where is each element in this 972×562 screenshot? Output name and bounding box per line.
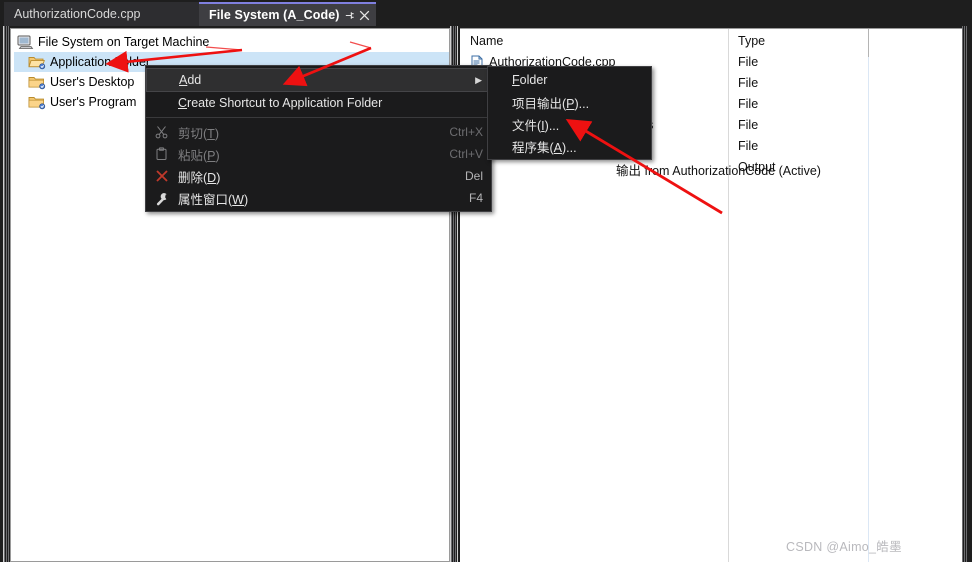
- menu-item-label: 程序集(A)...: [512, 140, 577, 155]
- folder-icon: [28, 74, 46, 90]
- tree-item-label: User's Program: [50, 95, 137, 109]
- menu-item-label: Create Shortcut to Application Folder: [178, 96, 383, 110]
- row-type-cell: File: [738, 55, 759, 69]
- menu-item-shortcut: Ctrl+X: [449, 125, 483, 139]
- column-header-type[interactable]: Type: [738, 34, 765, 48]
- watermark: CSDN @Aimo_皓墨: [786, 540, 902, 554]
- open-folder-icon: [28, 54, 46, 70]
- menu-item-label: Add: [179, 73, 202, 87]
- row-type-cell: File: [738, 97, 759, 111]
- tab-file-system[interactable]: File System (A_Code): [199, 2, 376, 26]
- menu-item-properties[interactable]: 属性窗口(W) F4: [146, 187, 491, 209]
- close-icon[interactable]: [359, 7, 370, 23]
- tree-root-label: File System on Target Machine: [38, 35, 210, 49]
- tree-item-label: User's Desktop: [50, 75, 135, 89]
- menu-item-paste[interactable]: 粘贴(P) Ctrl+V: [146, 143, 491, 165]
- menu-item-shortcut: F4: [468, 191, 483, 205]
- wrench-icon: [146, 191, 178, 206]
- row-type-cell: File: [738, 76, 759, 90]
- pin-icon[interactable]: [344, 7, 355, 23]
- tab-label: AuthorizationCode.cpp: [14, 7, 141, 21]
- column-header-name[interactable]: Name: [470, 34, 503, 48]
- submenu-item-folder[interactable]: Folder: [488, 69, 651, 91]
- tree-root-node[interactable]: File System on Target Machine: [14, 32, 449, 52]
- tree-item-label: Application Folder: [50, 55, 151, 69]
- menu-item-label: 粘贴(P): [178, 148, 220, 163]
- chevron-right-icon: ▶: [475, 74, 482, 85]
- menu-item-label: 删除(D): [178, 170, 221, 185]
- right-splitter[interactable]: [962, 26, 972, 562]
- tab-authorizationcode-cpp[interactable]: AuthorizationCode.cpp: [4, 2, 199, 26]
- submenu-item-project-output[interactable]: 项目输出(P)...: [488, 91, 651, 113]
- grid-header: Name Type: [460, 29, 962, 53]
- submenu-item-assembly[interactable]: 程序集(A)...: [488, 135, 651, 157]
- menu-item-delete[interactable]: 删除(D) Del: [146, 165, 491, 187]
- scissors-icon: [146, 125, 178, 139]
- menu-item-shortcut: Del: [464, 169, 483, 183]
- menu-item-label: 项目输出(P)...: [512, 96, 590, 111]
- folder-icon: [28, 94, 46, 110]
- menu-item-create-shortcut[interactable]: Create Shortcut to Application Folder: [146, 92, 491, 114]
- menu-item-label: 属性窗口(W): [178, 192, 249, 207]
- menu-item-cut[interactable]: 剪切(T) Ctrl+X: [146, 121, 491, 143]
- menu-item-shortcut: Ctrl+V: [449, 147, 483, 161]
- context-menu[interactable]: Add ▶ Create Shortcut to Application Fol…: [145, 65, 492, 212]
- table-row[interactable]: 输出 from AuthorizationCode (Active) Outpu…: [460, 158, 962, 179]
- row-type-cell: Output: [738, 160, 776, 174]
- row-type-cell: File: [738, 139, 759, 153]
- menu-item-add[interactable]: Add ▶: [146, 68, 491, 92]
- left-splitter[interactable]: [0, 26, 10, 562]
- visual-studio-file-system-editor: AuthorizationCode.cpp File System (A_Cod…: [0, 0, 972, 562]
- add-submenu[interactable]: Folder 项目输出(P)... 文件(I)... 程序集(A)...: [487, 66, 652, 160]
- row-type-cell: File: [738, 118, 759, 132]
- target-machine-icon: [16, 34, 34, 50]
- delete-x-icon: [146, 169, 178, 183]
- menu-item-label: 剪切(T): [178, 126, 219, 141]
- menu-separator: [146, 117, 491, 118]
- clipboard-icon: [146, 147, 178, 161]
- editor-tab-strip: AuthorizationCode.cpp File System (A_Cod…: [0, 0, 972, 26]
- menu-item-label: Folder: [512, 73, 548, 87]
- menu-item-label: 文件(I)...: [512, 118, 560, 133]
- tab-label: File System (A_Code): [209, 8, 340, 22]
- row-name-cell: 输出 from AuthorizationCode (Active): [616, 164, 821, 178]
- submenu-item-file[interactable]: 文件(I)...: [488, 113, 651, 135]
